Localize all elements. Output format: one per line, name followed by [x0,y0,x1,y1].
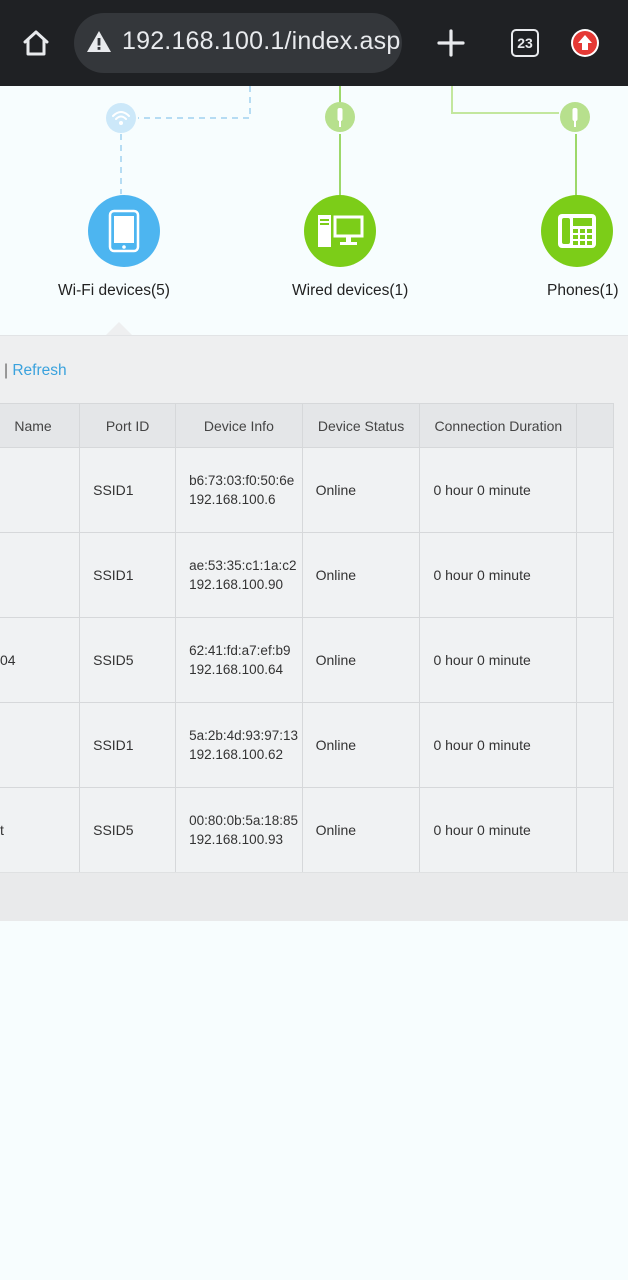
cell-port-id: SSID1 [79,702,177,788]
cell-duration: 0 hour 0 minute [419,787,578,872]
cell-extra [576,532,614,618]
table-row[interactable]: 04 SSID5 62:41:fd:a7:ef:b9 192.168.100.64… [0,617,614,703]
cell-name: 04 [0,617,81,703]
device-ip: 192.168.100.64 [189,662,283,677]
cell-port-id: SSID5 [79,617,177,703]
device-mac: 5a:2b:4d:93:97:13 [189,728,298,743]
wifi-devices-label[interactable]: Wi-Fi devices(5) [58,282,170,300]
header-name: Name [0,403,81,448]
device-mac: b6:73:03:f0:50:6e [189,473,295,488]
device-ip: 192.168.100.6 [189,492,276,507]
header-device-info: Device Info [175,403,303,448]
wired-node-icon [325,102,355,132]
tab-count: 23 [517,35,533,51]
cell-status: Online [301,532,421,618]
new-tab-icon[interactable] [434,26,468,60]
device-ip: 192.168.100.90 [189,577,283,592]
cell-name [0,702,81,788]
selection-pointer [106,322,132,335]
table-row[interactable]: SSID1 ae:53:35:c1:1a:c2 192.168.100.90 On… [0,532,614,618]
device-mac: 00:80:0b:5a:18:85 [189,813,298,828]
page-background [0,921,628,1280]
header-port-id: Port ID [79,403,177,448]
device-list-panel: | Refresh Name Port ID Device Info Devic… [0,335,628,922]
cell-extra [576,787,614,872]
device-topology: Wi-Fi devices(5) Wired devices(1) Phones… [0,86,628,336]
cell-name: t [0,787,81,872]
cell-port-id: SSID5 [79,787,177,872]
table-row[interactable]: SSID1 b6:73:03:f0:50:6e 192.168.100.6 Onl… [0,447,614,533]
cell-device-info: b6:73:03:f0:50:6e 192.168.100.6 [175,447,303,533]
refresh-link[interactable]: Refresh [12,362,66,379]
cell-name [0,532,81,618]
telephone-icon [558,214,596,248]
device-ip: 192.168.100.62 [189,747,283,762]
cell-extra [576,447,614,533]
cell-device-info: 62:41:fd:a7:ef:b9 192.168.100.64 [175,617,303,703]
device-mac: ae:53:35:c1:1a:c2 [189,558,297,573]
cell-device-info: 5a:2b:4d:93:97:13 192.168.100.62 [175,702,303,788]
home-icon [23,30,49,56]
phones-button[interactable] [541,195,613,267]
address-bar[interactable]: 192.168.100.1/index.asp [74,13,402,73]
cell-status: Online [301,617,421,703]
phones-label[interactable]: Phones(1) [547,282,619,300]
update-icon[interactable] [571,29,599,57]
header-device-status: Device Status [301,403,421,448]
wired-devices-label[interactable]: Wired devices(1) [292,282,408,300]
wifi-devices-button[interactable] [88,195,160,267]
table-row[interactable]: t SSID5 00:80:0b:5a:18:85 192.168.100.93 … [0,787,614,872]
wired-devices-button[interactable] [304,195,376,267]
cell-duration: 0 hour 0 minute [419,702,578,788]
phone-node-icon [560,102,590,132]
panel-actions: | Refresh [4,362,67,380]
cell-duration: 0 hour 0 minute [419,447,578,533]
desktop-computer-icon [318,215,364,247]
cell-device-info: 00:80:0b:5a:18:85 192.168.100.93 [175,787,303,872]
cell-duration: 0 hour 0 minute [419,532,578,618]
cell-status: Online [301,447,421,533]
home-button[interactable] [14,22,58,64]
cell-extra [576,617,614,703]
table-body: SSID1 b6:73:03:f0:50:6e 192.168.100.6 Onl… [0,447,614,872]
browser-toolbar: 192.168.100.1/index.asp 23 [0,0,628,86]
cell-duration: 0 hour 0 minute [419,617,578,703]
cell-status: Online [301,787,421,872]
wifi-node-icon [106,103,136,133]
panel-footer [0,872,628,922]
device-table: Name Port ID Device Info Device Status C… [0,403,614,872]
action-separator: | [4,362,9,379]
cell-extra [576,702,614,788]
url-text[interactable]: 192.168.100.1/index.asp [122,27,400,56]
tab-switcher-button[interactable]: 23 [511,29,539,57]
device-table-wrapper: Name Port ID Device Info Device Status C… [0,403,628,872]
header-extra [576,403,614,448]
tablet-icon [108,209,140,253]
table-row[interactable]: SSID1 5a:2b:4d:93:97:13 192.168.100.62 On… [0,702,614,788]
cell-name [0,447,81,533]
device-mac: 62:41:fd:a7:ef:b9 [189,643,291,658]
cell-port-id: SSID1 [79,447,177,533]
device-ip: 192.168.100.93 [189,832,283,847]
cell-status: Online [301,702,421,788]
cell-device-info: ae:53:35:c1:1a:c2 192.168.100.90 [175,532,303,618]
table-header-row: Name Port ID Device Info Device Status C… [0,403,614,448]
cell-port-id: SSID1 [79,532,177,618]
warning-icon[interactable] [86,29,112,55]
header-connection-duration: Connection Duration [419,403,578,448]
